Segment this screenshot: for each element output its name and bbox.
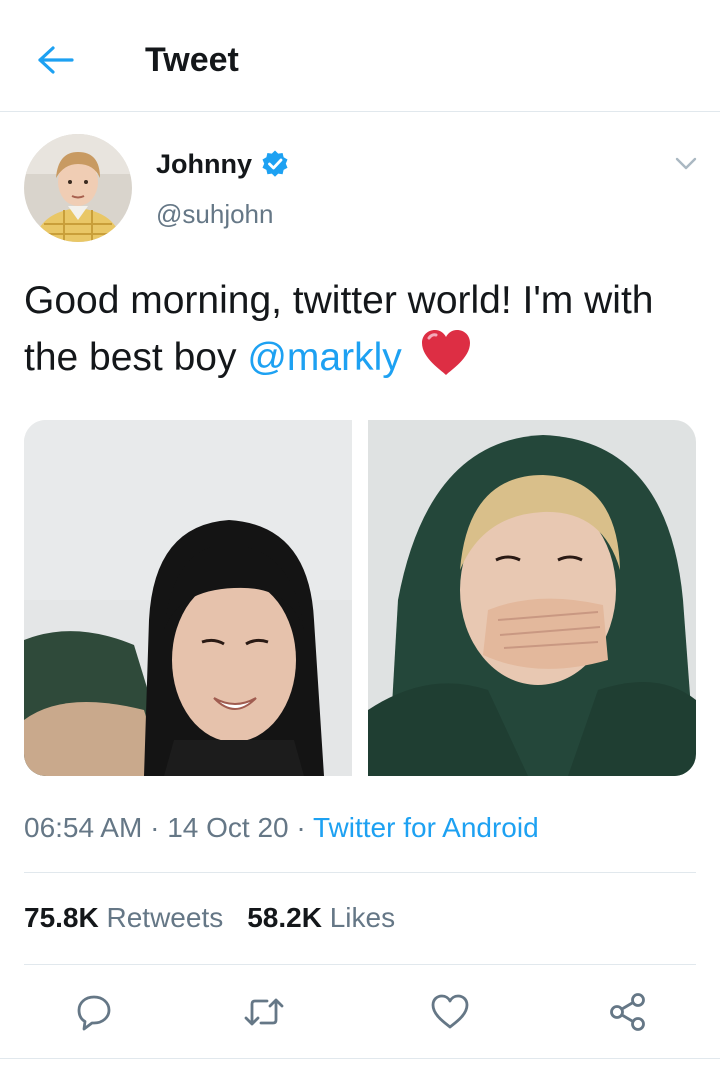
share-icon [610,993,645,1031]
reply-button[interactable] [72,990,116,1034]
retweet-icon [244,998,284,1026]
author-handle[interactable]: @suhjohn [156,196,273,232]
retweets-label: Retweets [106,902,224,933]
tweet-menu-button[interactable] [668,146,704,182]
tweet-time: 06:54 AM [24,812,143,843]
tweet-photo-2[interactable] [368,420,696,776]
avatar[interactable] [24,134,132,242]
likes-stat[interactable]: 58.2K Likes [247,902,395,933]
arrow-left-icon [38,46,74,74]
tweet-date: 14 Oct 20 [167,812,289,843]
like-button[interactable] [428,990,472,1034]
divider [24,964,696,965]
tweet-text: Good morning, twitter world! I'm with th… [24,274,704,385]
mention-link[interactable]: @markly [247,336,401,379]
verified-badge-icon [262,150,288,177]
back-button[interactable] [34,38,78,82]
page-title: Tweet [145,41,239,79]
reply-icon [77,995,111,1031]
likes-label: Likes [329,902,396,933]
divider [24,872,696,873]
tweet-meta: 06:54 AM · 14 Oct 20 · Twitter for Andro… [24,812,539,843]
author-name-row[interactable]: Johnny [156,146,290,182]
likes-count: 58.2K [247,902,322,933]
red-heart-icon [421,330,470,375]
author-name[interactable]: Johnny [156,146,252,182]
retweets-count: 75.8K [24,902,99,933]
retweets-stat[interactable]: 75.8K Retweets [24,902,223,933]
divider [0,1058,720,1059]
chevron-down-icon [675,157,697,170]
tweet-photo-1[interactable] [24,420,352,776]
tweet-source-link[interactable]: Twitter for Android [313,812,539,843]
share-button[interactable] [606,990,650,1034]
top-bar: Tweet [0,0,720,112]
tweet-stats: 75.8K Retweets 58.2K Likes [24,900,395,936]
retweet-button[interactable] [242,990,286,1034]
like-icon [431,994,469,1029]
